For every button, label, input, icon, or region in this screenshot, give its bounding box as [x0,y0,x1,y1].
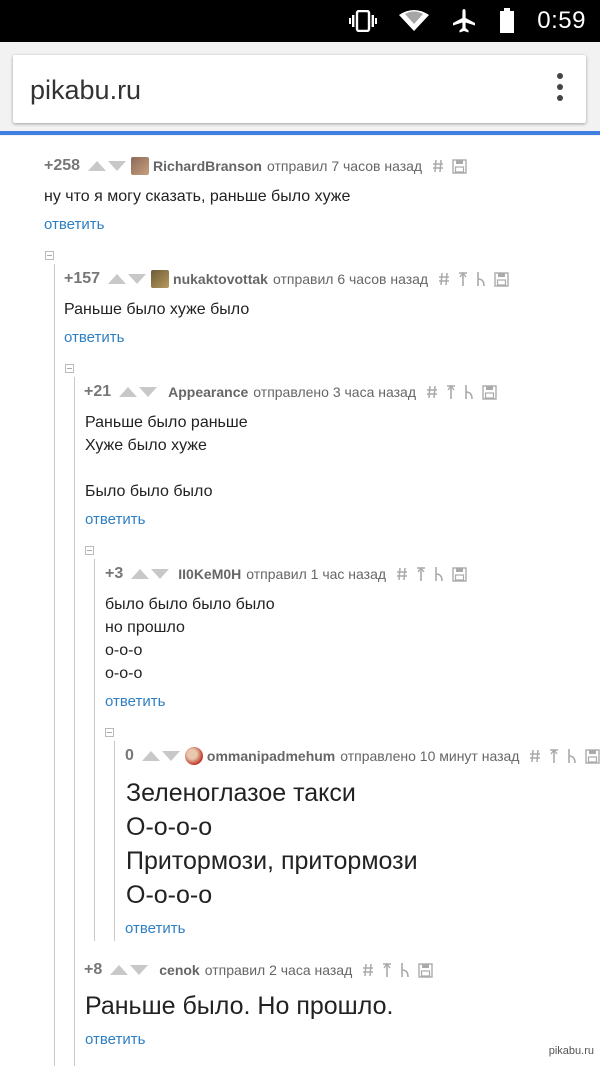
clock: 0:59 [537,7,586,34]
thread-line [74,377,75,1066]
url-text[interactable]: pikabu.ru [30,75,141,106]
parent-comment-icon[interactable] [416,566,426,582]
wifi-icon [399,10,430,32]
upvote-icon[interactable] [108,274,127,284]
parent-comment-icon[interactable] [458,271,468,287]
avatar[interactable] [131,157,150,175]
comment-rating: +3 [105,565,124,582]
reply-link[interactable]: ответить [125,920,185,937]
vibrate-icon [349,10,378,32]
battery-icon [499,8,515,34]
comment-rating: +157 [64,270,101,287]
hash-link-icon[interactable] [362,963,374,977]
comment-time: отправил 7 часов назад [266,158,423,174]
collapse-toggle-icon[interactable] [65,364,74,373]
comment-author[interactable]: Appearance [168,384,248,400]
comment-rating: +258 [44,157,81,174]
comment-text: Раньше было хуже было [64,301,250,318]
save-icon[interactable] [452,566,467,582]
comment-header: +3 II0KeM0H отправил 1 час назад [105,563,475,585]
thread-branch-icon[interactable] [464,384,474,400]
thread-line [114,741,115,941]
reply-link[interactable]: ответить [85,1031,145,1048]
avatar[interactable] [151,270,170,288]
page-load-progress [0,131,600,135]
comment-header: +258 RichardBranson отправил 7 часов наз… [44,155,475,177]
downvote-icon[interactable] [108,161,127,171]
parent-comment-icon[interactable] [382,962,392,978]
thread-line [94,559,95,941]
save-icon[interactable] [418,962,433,978]
comment-header: 0 ommanipadmehum отправлено 10 минут наз… [125,745,600,767]
overflow-menu-icon[interactable] [554,73,566,107]
status-bar: 0:59 [0,0,600,42]
save-icon[interactable] [585,748,600,764]
hash-link-icon[interactable] [438,272,450,286]
upvote-icon[interactable] [88,161,107,171]
hash-link-icon[interactable] [396,567,408,581]
upvote-icon[interactable] [141,751,160,761]
upvote-icon[interactable] [131,569,150,579]
parent-comment-icon[interactable] [549,748,559,764]
comment-rating: +21 [84,383,112,400]
downvote-icon[interactable] [130,965,149,975]
comment-time: отправил 2 часа назад [204,962,353,978]
comment-author[interactable]: RichardBranson [153,158,262,174]
upvote-icon[interactable] [110,965,129,975]
downvote-icon[interactable] [151,569,170,579]
reply-link[interactable]: ответить [105,693,165,710]
avatar[interactable] [184,747,203,765]
comment-rating: 0 [125,747,134,764]
comment-author[interactable]: cenok [159,962,199,978]
status-icons: 0:59 [349,0,586,42]
hash-link-icon[interactable] [426,385,438,399]
watermark: pikabu.ru [548,1045,594,1057]
thread-branch-icon[interactable] [434,566,444,582]
comment-text: было было было было но прошло о-о-о о-о-… [105,596,275,682]
reply-link[interactable]: ответить [85,511,145,528]
comment-text: Зеленоглазое такси О-о-о-о Притормози, п… [126,779,418,909]
collapse-toggle-icon[interactable] [105,728,114,737]
reply-link[interactable]: ответить [64,329,124,346]
comment-author[interactable]: nukaktovottak [173,271,268,287]
comment-text: Раньше было раньше Хуже было хуже Было б… [85,414,248,500]
comment-author[interactable]: ommanipadmehum [207,748,335,764]
save-icon[interactable] [452,158,467,174]
thread-branch-icon[interactable] [476,271,486,287]
browser-toolbar: pikabu.ru [0,42,600,136]
comment-rating: +8 [84,961,103,978]
hash-link-icon[interactable] [432,159,444,173]
comment-text: Раньше было. Но прошло. [85,992,394,1020]
downvote-icon[interactable] [139,387,158,397]
comments-feed: +258 RichardBranson отправил 7 часов наз… [0,136,600,1066]
address-bar[interactable]: pikabu.ru [13,55,586,123]
parent-comment-icon[interactable] [446,384,456,400]
airplane-icon [451,8,477,34]
comment-time: отправил 1 час назад [246,566,387,582]
comment-author[interactable]: II0KeM0H [178,566,241,582]
comment-header: +157 nukaktovottak отправил 6 часов наза… [64,268,517,290]
thread-branch-icon[interactable] [400,962,410,978]
reply-link[interactable]: ответить [44,216,104,233]
downvote-icon[interactable] [128,274,147,284]
hash-link-icon[interactable] [529,749,541,763]
collapse-toggle-icon[interactable] [45,251,54,260]
comment-header: +21 Appearance отправлено 3 часа назад [84,381,505,403]
thread-line [54,264,55,1066]
collapse-toggle-icon[interactable] [85,546,94,555]
save-icon[interactable] [482,384,497,400]
comment-time: отправлено 3 часа назад [253,384,416,400]
comment-text: ну что я могу сказать, раньше было хуже [44,188,351,205]
comment-time: отправил 6 часов назад [272,271,429,287]
comment-time: отправлено 10 минут назад [340,748,520,764]
thread-branch-icon[interactable] [567,748,577,764]
comment-header: +8 cenok отправил 2 часа назад [84,959,441,981]
save-icon[interactable] [494,271,509,287]
downvote-icon[interactable] [161,751,180,761]
upvote-icon[interactable] [119,387,138,397]
